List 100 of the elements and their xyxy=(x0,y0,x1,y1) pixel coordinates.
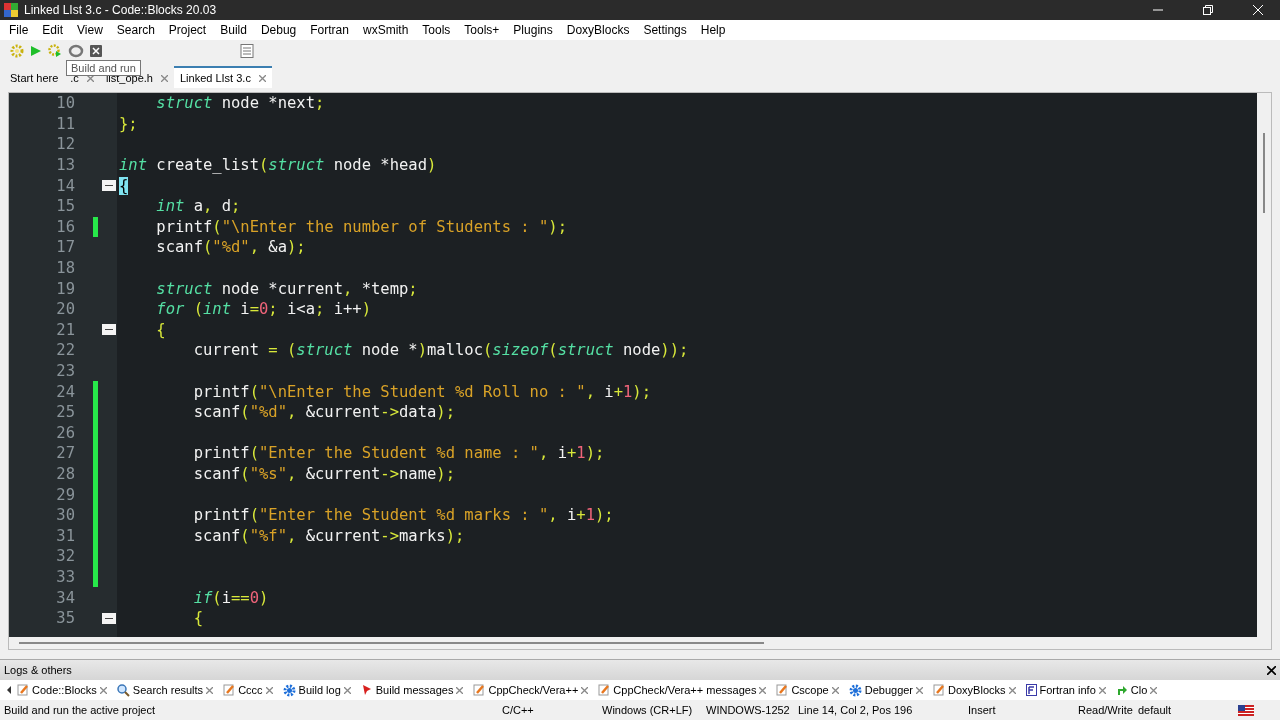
scroll-left-icon[interactable] xyxy=(6,686,12,694)
menu-item[interactable]: File xyxy=(2,23,36,37)
gear-play-icon[interactable] xyxy=(48,44,62,58)
code-line: int create_list(struct node *head) xyxy=(118,156,437,175)
menu-item[interactable]: Tools+ xyxy=(457,23,507,37)
panel-title: Logs & others xyxy=(4,664,72,676)
document-list-icon[interactable] xyxy=(240,44,254,58)
fold-marker[interactable] xyxy=(102,180,116,192)
line-number: 24 xyxy=(55,381,76,402)
menu-item[interactable]: Search xyxy=(109,23,162,37)
line-number: 25 xyxy=(55,402,76,423)
play-icon[interactable] xyxy=(30,45,42,57)
menu-item[interactable]: Edit xyxy=(35,23,71,37)
search-icon xyxy=(116,683,130,697)
log-tab[interactable]: Cccc xyxy=(218,684,278,696)
code-editor[interactable] xyxy=(9,93,1271,637)
status-field: Read/Write xyxy=(1078,704,1138,716)
code-line: struct node *current, *temp; xyxy=(155,279,418,298)
code-line: scanf("%d", &a); xyxy=(155,238,306,257)
line-number: 34 xyxy=(55,587,76,608)
line-number: 30 xyxy=(55,505,76,526)
log-tab[interactable]: Debugger xyxy=(843,683,929,697)
line-number: 28 xyxy=(55,464,76,485)
line-number: 17 xyxy=(55,237,76,258)
log-tab[interactable]: Cscope xyxy=(771,684,844,696)
log-tab[interactable]: CppCheck/Vera++ messages xyxy=(593,684,772,696)
fold-marker[interactable] xyxy=(102,324,116,336)
gear-icon xyxy=(848,683,862,697)
status-field: WINDOWS-1252 xyxy=(706,704,798,716)
app-logo-icon xyxy=(4,3,18,17)
line-number: 26 xyxy=(55,422,76,444)
line-number: 33 xyxy=(55,566,76,588)
code-line: int a, d; xyxy=(155,197,241,216)
code-line: { xyxy=(155,320,166,339)
menu-item[interactable]: Help xyxy=(693,23,733,37)
line-number: 21 xyxy=(55,319,76,341)
menu-item[interactable]: wxSmith xyxy=(355,23,416,37)
line-number: 27 xyxy=(55,443,76,464)
menu-item[interactable]: Settings xyxy=(636,23,694,37)
window-title: Linked LIst 3.c - Code::Blocks 20.03 xyxy=(24,3,218,17)
menu-item[interactable]: Tools xyxy=(415,23,458,37)
editor-tab[interactable]: Linked LIst 3.c xyxy=(173,66,272,88)
status-field: default xyxy=(1138,704,1238,716)
menu-item[interactable]: View xyxy=(70,23,110,37)
status-field: Windows (CR+LF) xyxy=(602,704,706,716)
gear-icon[interactable] xyxy=(10,44,24,58)
line-number: 23 xyxy=(55,361,76,382)
menu-item[interactable]: DoxyBlocks xyxy=(559,23,637,37)
status-field: Line 14, Col 2, Pos 196 xyxy=(798,704,968,716)
pencil-icon xyxy=(933,684,946,696)
status-field: Insert xyxy=(968,704,1078,716)
line-number: 10 xyxy=(55,93,76,114)
menu-item[interactable]: Project xyxy=(161,23,214,37)
line-number: 18 xyxy=(55,258,76,279)
pencil-icon xyxy=(473,684,486,696)
log-tab[interactable]: Search results xyxy=(111,683,219,697)
menu-item[interactable]: Fortran xyxy=(303,23,356,37)
log-tab[interactable]: Build messages xyxy=(355,684,469,696)
code-line: printf("\nEnter the number of Students : "); xyxy=(155,217,567,236)
pencil-icon xyxy=(776,684,789,696)
log-tab[interactable]: CppCheck/Vera++ xyxy=(468,684,594,696)
code-line: scanf("%d", &current->data); xyxy=(192,403,455,422)
log-tab[interactable]: Code::Blocks xyxy=(12,684,112,696)
rebuild-icon[interactable] xyxy=(68,44,84,58)
code-line: scanf("%f", &current->marks); xyxy=(192,526,465,545)
log-tab[interactable]: Build log xyxy=(277,683,356,697)
line-number: 13 xyxy=(55,155,76,176)
pencil-icon xyxy=(223,684,236,696)
code-line: struct node *next; xyxy=(155,94,325,113)
code-line: for (int i=0; i<a; i++) xyxy=(155,300,372,319)
line-number: 31 xyxy=(55,525,76,547)
status-message: Build and run the active project xyxy=(3,704,157,716)
close-icon[interactable] xyxy=(1267,665,1276,675)
code-line: { xyxy=(192,609,203,628)
line-number: 20 xyxy=(55,299,76,320)
status-field: C/C++ xyxy=(502,704,602,716)
menu-item[interactable]: Debug xyxy=(253,23,304,37)
gear-icon xyxy=(282,683,296,697)
log-tab[interactable]: DoxyBlocks xyxy=(928,684,1021,696)
flag-icon xyxy=(1238,704,1254,716)
menu-item[interactable]: Build xyxy=(213,23,254,37)
code-line: printf("Enter the Student %d marks : ", i+1); xyxy=(192,506,614,525)
line-number: 35 xyxy=(55,608,76,629)
code-line: current = (struct node *)malloc(sizeof(struct node)); xyxy=(192,341,689,360)
line-number: 22 xyxy=(55,340,76,361)
fold-marker[interactable] xyxy=(102,612,116,624)
log-tab[interactable]: Fortran info xyxy=(1020,684,1111,696)
line-number: 29 xyxy=(55,484,76,505)
arrow-icon xyxy=(1115,684,1128,696)
line-number: 32 xyxy=(55,546,76,567)
log-tab[interactable]: Clo xyxy=(1110,684,1163,696)
code-line: }; xyxy=(118,114,138,133)
pencil-icon xyxy=(598,684,611,696)
line-number: 11 xyxy=(55,113,76,135)
line-number: 12 xyxy=(55,134,76,155)
code-line: if(i==0) xyxy=(192,588,269,607)
document-icon xyxy=(1025,684,1037,696)
stop-icon[interactable] xyxy=(90,45,102,57)
vertical-scrollbar[interactable] xyxy=(1257,93,1271,637)
menu-item[interactable]: Plugins xyxy=(506,23,560,37)
